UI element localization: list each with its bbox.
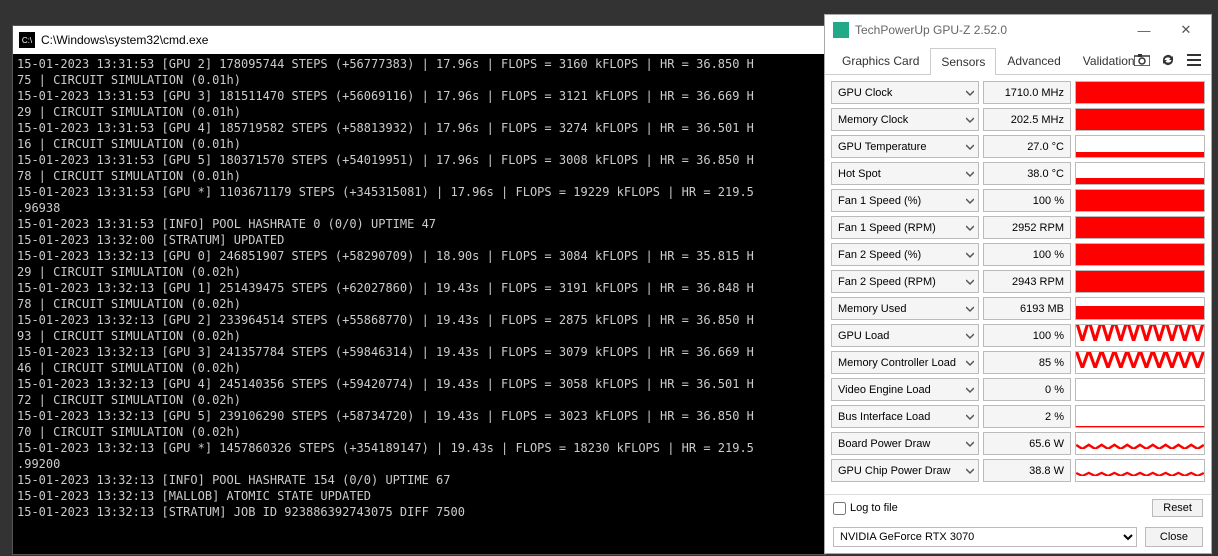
tab-graphics-card[interactable]: Graphics Card	[831, 47, 930, 74]
sensor-name-dropdown[interactable]: Video Engine Load	[831, 378, 979, 401]
sensor-name-dropdown[interactable]: Board Power Draw	[831, 432, 979, 455]
sensor-value: 2 %	[983, 405, 1071, 428]
sensor-row: GPU Chip Power Draw38.8 W	[831, 457, 1205, 484]
tab-advanced[interactable]: Advanced	[996, 47, 1071, 74]
sensor-name-dropdown[interactable]: Memory Used	[831, 297, 979, 320]
close-app-button[interactable]: Close	[1145, 527, 1203, 547]
sensor-value: 2943 RPM	[983, 270, 1071, 293]
gpuz-app-icon	[833, 22, 849, 38]
sensor-row: Memory Controller Load85 %	[831, 349, 1205, 376]
cmd-title-text: C:\Windows\system32\cmd.exe	[41, 33, 208, 47]
sensor-name-dropdown[interactable]: Memory Clock	[831, 108, 979, 131]
sensor-name-dropdown[interactable]: Fan 2 Speed (RPM)	[831, 270, 979, 293]
log-checkbox-input[interactable]	[833, 502, 846, 515]
sensor-value: 100 %	[983, 189, 1071, 212]
tab-sensors[interactable]: Sensors	[930, 48, 996, 75]
sensor-name-dropdown[interactable]: GPU Clock	[831, 81, 979, 104]
sensor-row: Bus Interface Load2 %	[831, 403, 1205, 430]
gpuz-title-text: TechPowerUp GPU-Z 2.52.0	[855, 23, 1007, 37]
sensor-name-dropdown[interactable]: Bus Interface Load	[831, 405, 979, 428]
sensor-value: 2952 RPM	[983, 216, 1071, 239]
reset-button[interactable]: Reset	[1152, 499, 1203, 517]
sensor-name-dropdown[interactable]: Fan 2 Speed (%)	[831, 243, 979, 266]
sensor-chart	[1075, 351, 1205, 374]
sensor-value: 65.6 W	[983, 432, 1071, 455]
sensor-chart	[1075, 270, 1205, 293]
sensor-row: GPU Load100 %	[831, 322, 1205, 349]
sensor-name-dropdown[interactable]: GPU Temperature	[831, 135, 979, 158]
sensors-panel: GPU Clock1710.0 MHzMemory Clock202.5 MHz…	[825, 75, 1211, 494]
sensor-value: 100 %	[983, 243, 1071, 266]
sensor-value: 202.5 MHz	[983, 108, 1071, 131]
sensor-value: 0 %	[983, 378, 1071, 401]
sensor-value: 27.0 °C	[983, 135, 1071, 158]
sensor-value: 38.0 °C	[983, 162, 1071, 185]
sensor-value: 38.8 W	[983, 459, 1071, 482]
refresh-icon[interactable]	[1159, 51, 1177, 69]
gpuz-titlebar[interactable]: TechPowerUp GPU-Z 2.52.0 — ✕	[825, 15, 1211, 45]
sensor-name-dropdown[interactable]: Memory Controller Load	[831, 351, 979, 374]
sensor-name-dropdown[interactable]: Fan 1 Speed (%)	[831, 189, 979, 212]
log-label: Log to file	[850, 502, 898, 514]
sensor-row: Fan 1 Speed (%)100 %	[831, 187, 1205, 214]
sensor-row: Board Power Draw65.6 W	[831, 430, 1205, 457]
sensor-row: Fan 2 Speed (%)100 %	[831, 241, 1205, 268]
sensor-chart	[1075, 81, 1205, 104]
sensor-name-dropdown[interactable]: Hot Spot	[831, 162, 979, 185]
sensor-chart	[1075, 432, 1205, 455]
camera-icon[interactable]	[1133, 51, 1151, 69]
cmd-titlebar[interactable]: C:\ C:\Windows\system32\cmd.exe	[13, 26, 826, 54]
cmd-output: 15-01-2023 13:31:53 [GPU 2] 178095744 ST…	[13, 54, 826, 522]
close-button[interactable]: ✕	[1165, 16, 1207, 44]
cmd-icon: C:\	[19, 32, 35, 48]
sensor-value: 85 %	[983, 351, 1071, 374]
log-to-file-checkbox[interactable]: Log to file	[833, 502, 898, 515]
sensor-value: 100 %	[983, 324, 1071, 347]
sensor-value: 6193 MB	[983, 297, 1071, 320]
cmd-window: C:\ C:\Windows\system32\cmd.exe 15-01-20…	[12, 25, 827, 555]
gpuz-footer-device: NVIDIA GeForce RTX 3070 Close	[825, 521, 1211, 553]
sensor-chart	[1075, 135, 1205, 158]
gpuz-footer-log: Log to file Reset	[825, 494, 1211, 521]
sensor-name-dropdown[interactable]: GPU Chip Power Draw	[831, 459, 979, 482]
sensor-row: GPU Temperature27.0 °C	[831, 133, 1205, 160]
sensor-row: Fan 2 Speed (RPM)2943 RPM	[831, 268, 1205, 295]
sensor-name-dropdown[interactable]: GPU Load	[831, 324, 979, 347]
sensor-row: Memory Clock202.5 MHz	[831, 106, 1205, 133]
sensor-chart	[1075, 162, 1205, 185]
minimize-button[interactable]: —	[1123, 16, 1165, 44]
sensor-chart	[1075, 405, 1205, 428]
sensor-chart	[1075, 243, 1205, 266]
sensor-row: Memory Used6193 MB	[831, 295, 1205, 322]
sensor-row: Video Engine Load0 %	[831, 376, 1205, 403]
sensor-value: 1710.0 MHz	[983, 81, 1071, 104]
sensor-chart	[1075, 108, 1205, 131]
sensor-chart	[1075, 459, 1205, 482]
sensor-row: GPU Clock1710.0 MHz	[831, 79, 1205, 106]
gpuz-window: TechPowerUp GPU-Z 2.52.0 — ✕ Graphics Ca…	[824, 14, 1212, 554]
sensor-chart	[1075, 378, 1205, 401]
device-select[interactable]: NVIDIA GeForce RTX 3070	[833, 527, 1137, 547]
menu-icon[interactable]	[1185, 51, 1203, 69]
sensor-chart	[1075, 216, 1205, 239]
sensor-name-dropdown[interactable]: Fan 1 Speed (RPM)	[831, 216, 979, 239]
sensor-row: Fan 1 Speed (RPM)2952 RPM	[831, 214, 1205, 241]
sensor-chart	[1075, 189, 1205, 212]
sensor-row: Hot Spot38.0 °C	[831, 160, 1205, 187]
sensor-chart	[1075, 324, 1205, 347]
sensor-chart	[1075, 297, 1205, 320]
